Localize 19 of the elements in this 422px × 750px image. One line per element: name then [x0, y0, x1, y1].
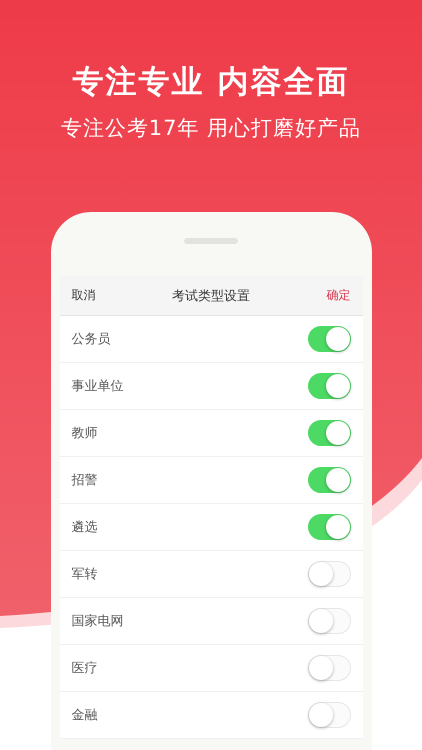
- toggle-switch[interactable]: [308, 514, 350, 540]
- subtitle: 专注公考17年 用心打磨好产品: [60, 115, 362, 142]
- row-label: 招警: [72, 472, 98, 489]
- sheet-title: 考试类型设置: [172, 288, 250, 304]
- row-label: 教师: [72, 425, 98, 442]
- confirm-button[interactable]: 确定: [326, 287, 350, 304]
- row-label: 事业单位: [72, 378, 124, 395]
- row-label: 金融: [72, 707, 98, 724]
- toggle-switch[interactable]: [308, 420, 350, 446]
- row-label: 公务员: [72, 331, 110, 348]
- row-label: 军转: [72, 566, 98, 583]
- row-label: 遴选: [72, 519, 98, 536]
- cancel-button[interactable]: 取消: [72, 287, 96, 304]
- toggle-switch[interactable]: [308, 373, 350, 399]
- toggle-switch[interactable]: [308, 326, 350, 352]
- toggle-switch[interactable]: [308, 467, 350, 493]
- headline: 专注专业 内容全面: [72, 63, 350, 102]
- row-label: 国家电网: [72, 613, 124, 630]
- row-label: 医疗: [72, 660, 98, 677]
